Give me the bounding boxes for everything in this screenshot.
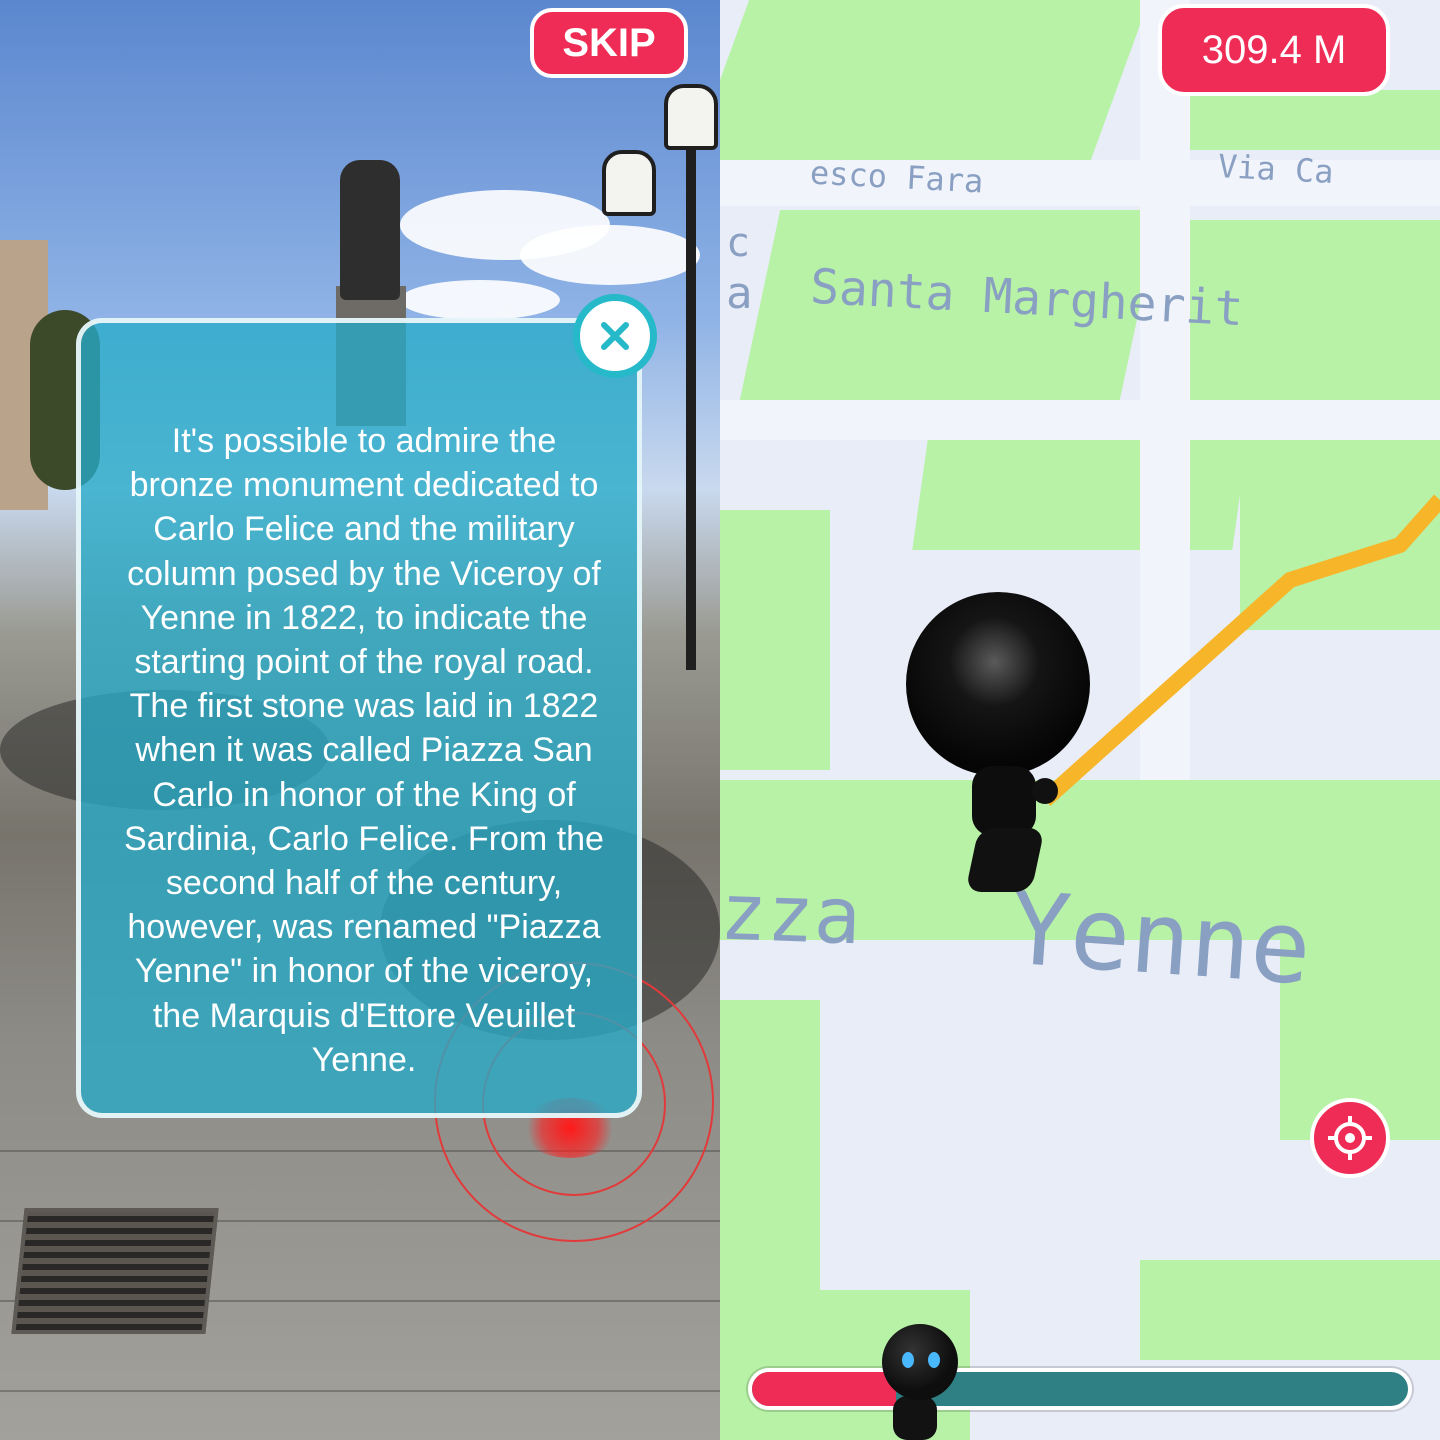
route-progress-fill — [752, 1372, 897, 1406]
player-avatar[interactable] — [906, 592, 1090, 892]
info-line: Yenne" in honor of the viceroy, — [134, 952, 594, 991]
close-icon — [601, 322, 629, 350]
info-line: Sardinia, Carlo Felice. From the — [124, 819, 604, 858]
route-progress-bar — [748, 1368, 1412, 1410]
info-line: It's possible to admire the — [171, 422, 557, 460]
street-label: Via Ca — [1217, 147, 1335, 191]
distance-badge: 309.4 M — [1158, 4, 1390, 96]
avatar-eye — [928, 1352, 940, 1368]
info-line: The first stone was laid in 1822 — [129, 687, 599, 726]
info-line: column posed by the Viceroy of — [127, 554, 601, 593]
avatar-eye — [902, 1352, 914, 1368]
info-line: starting point of the royal road. — [134, 643, 594, 682]
info-line: Carlo Felice and the military — [153, 510, 575, 549]
progress-avatar — [882, 1324, 958, 1400]
street-label: a — [726, 268, 753, 319]
lamp-globe — [602, 150, 656, 216]
crosshair-icon — [1328, 1116, 1372, 1160]
info-card: It's possible to admire the bronze monume… — [76, 318, 642, 1118]
info-line: Carlo in honor of the King of — [152, 775, 576, 814]
info-line: however, was renamed "Piazza — [127, 908, 601, 947]
square-label: zza — [720, 867, 863, 963]
info-line: bronze monument dedicated to — [129, 466, 599, 505]
avatar-body — [972, 766, 1036, 836]
avatar-legs — [965, 828, 1045, 892]
avatar-arm — [1032, 778, 1058, 804]
drain-grate — [11, 1208, 219, 1334]
pavement-line — [0, 1390, 720, 1392]
skip-button[interactable]: SKIP — [530, 8, 688, 78]
street-label: c — [726, 220, 751, 266]
cloud — [520, 225, 700, 285]
lamp-globe — [664, 84, 718, 150]
locate-button[interactable] — [1310, 1098, 1390, 1178]
progress-avatar-body — [893, 1396, 937, 1440]
info-text: It's possible to admire the bronze monume… — [89, 419, 639, 1082]
info-line: second half of the century, — [165, 864, 563, 903]
close-button[interactable] — [573, 294, 657, 378]
lamp-post — [686, 110, 696, 670]
info-line: Yenne in 1822, to indicate the — [140, 598, 588, 637]
info-line: when it was called Piazza San — [135, 731, 593, 770]
statue-head — [356, 160, 374, 188]
info-line: the Marquis d'Ettore Veuillet — [152, 996, 576, 1035]
map-view[interactable]: esco Fara Via Ca c a Santa Margherit zza… — [720, 0, 1440, 1440]
cloud — [400, 280, 560, 320]
avatar-head — [906, 592, 1090, 776]
info-line: Yenne. — [311, 1040, 417, 1079]
